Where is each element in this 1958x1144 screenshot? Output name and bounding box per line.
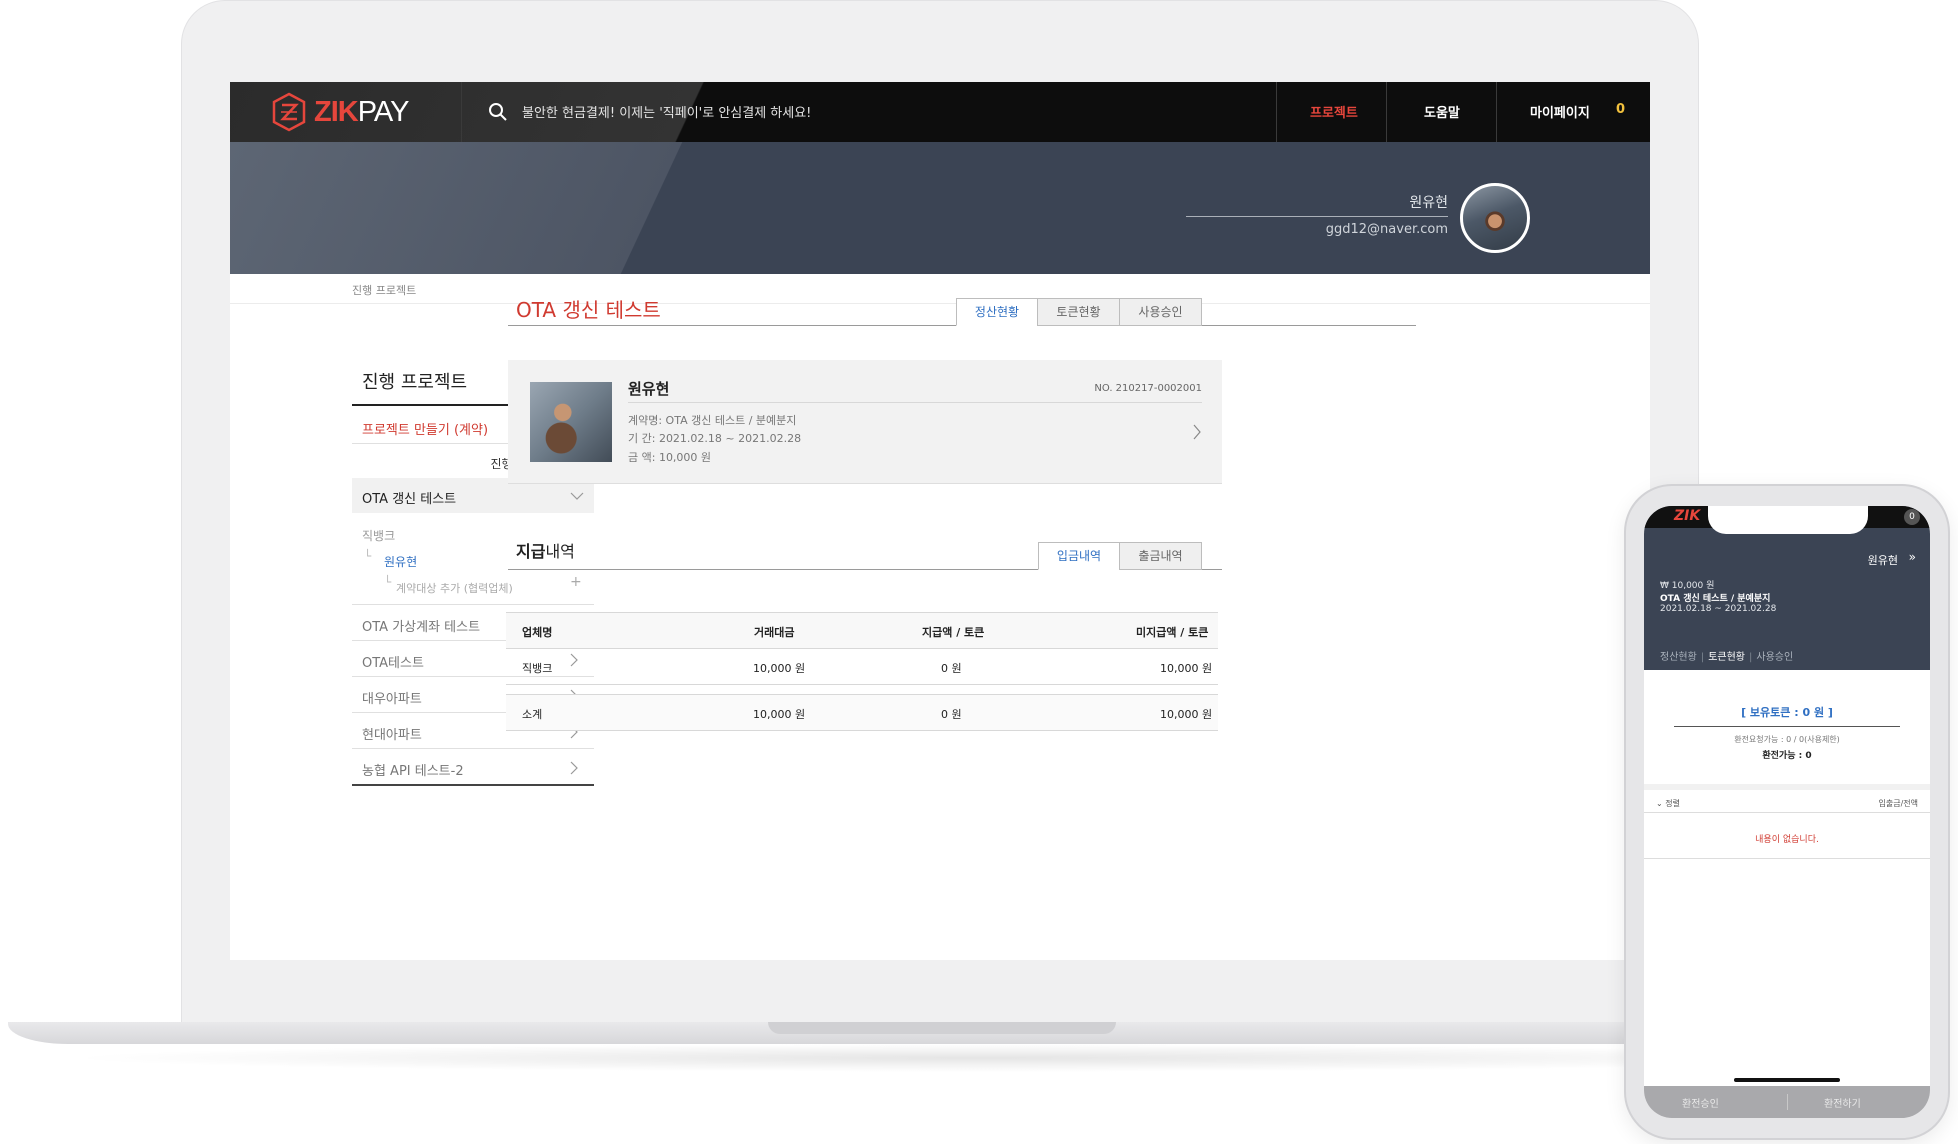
exchange-button[interactable]: 환전하기	[1824, 1095, 1861, 1110]
col-company: 업체명	[522, 626, 553, 639]
cell-unpaid: 10,000 원	[1160, 662, 1213, 675]
sidebar-item-project[interactable]: OTA 가상계좌 테스트	[362, 616, 480, 635]
home-indicator	[1734, 1078, 1840, 1082]
search-input[interactable]: 불안한 현금결제! 이제는 '직페이'로 안심결제 하세요!	[522, 102, 811, 121]
mobile-contract: OTA 갱신 테스트 / 분예분지	[1660, 594, 1771, 604]
mypage-count-badge: 0	[1616, 102, 1626, 117]
sub-member[interactable]: 원유현	[384, 553, 417, 570]
sidebar-item-project[interactable]: 현대아파트	[362, 724, 422, 743]
mobile-token-avail: 환전가능 : 0	[1762, 751, 1812, 761]
mobile-filter[interactable]: 입출금/전액	[1879, 798, 1919, 809]
contract-number: NO. 210217-0002001	[1094, 383, 1202, 394]
mobile-header: ZIK 0 원유현 » ₩ 10,000 원 OTA 갱신 테스트 / 분예분지…	[1644, 506, 1930, 670]
col-amount: 거래대금	[754, 626, 795, 639]
cell-amount: 10,000 원	[753, 662, 806, 675]
add-partner-plus-icon[interactable]: +	[570, 574, 582, 590]
logo-mark-icon	[272, 92, 306, 132]
sub-company: 직뱅크	[362, 529, 396, 543]
nav-help[interactable]: 도움말	[1424, 102, 1460, 121]
sidebar-item-project[interactable]: OTA테스트	[362, 652, 424, 671]
sidebar-item-project[interactable]: 농협 API 테스트-2	[362, 760, 464, 779]
col-unpaid: 미지급액 / 토큰	[1136, 626, 1209, 639]
chevron-right-icon[interactable]	[1192, 424, 1202, 440]
tab-token[interactable]: 토큰현황	[1037, 298, 1120, 326]
card-name: 원유현	[628, 380, 670, 398]
sidebar-item-project[interactable]: 대우아파트	[362, 688, 422, 707]
table-subtotal-row: 소계 10,000 원 0 원 10,000 원	[506, 694, 1218, 731]
contract-card[interactable]: 원유현 NO. 210217-0002001 계약명: OTA 갱신 테스트 /…	[508, 360, 1222, 484]
mobile-user-name[interactable]: 원유현	[1868, 552, 1898, 568]
top-nav-bar: ZIKPAY 불안한 현금결제! 이제는 '직페이'로 안심결제 하세요! 프로…	[230, 82, 1650, 142]
tab-approval[interactable]: 사용승인	[1119, 298, 1202, 326]
mobile-tab-approval[interactable]: 사용승인	[1756, 652, 1793, 663]
laptop-notch	[768, 1022, 1116, 1034]
profile-header: 원유현 ggd12@naver.com	[230, 142, 1650, 274]
contract-name: 계약명: OTA 갱신 테스트 / 분예분지	[628, 414, 797, 427]
mobile-period: 2021.02.18 ~ 2021.02.28	[1660, 604, 1777, 614]
breadcrumb: 진행 프로젝트	[352, 284, 417, 297]
mobile-token-sub: 환전요청가능 : 0 / 0(사용제한)	[1734, 735, 1840, 744]
mobile-token-title: [ 보유토큰 : 0 원 ]	[1741, 706, 1833, 719]
nav-projects[interactable]: 프로젝트	[1310, 102, 1358, 121]
user-name: 원유현	[1409, 195, 1448, 211]
tab-withdrawal[interactable]: 출금내역	[1119, 542, 1202, 570]
subtotal-paid: 0 원	[941, 708, 962, 721]
table-row[interactable]: 직뱅크 10,000 원 0 원 10,000 원	[506, 649, 1218, 685]
mobile-amount: ₩ 10,000 원	[1660, 581, 1715, 591]
contract-photo	[530, 382, 612, 462]
chevron-right-icon[interactable]	[568, 761, 580, 775]
mobile-tab-token[interactable]: 토큰현황	[1708, 652, 1745, 663]
contract-period: 기 간: 2021.02.18 ~ 2021.02.28	[628, 432, 802, 445]
subtotal-amount: 10,000 원	[753, 708, 806, 721]
phone-screen: ZIK 0 원유현 » ₩ 10,000 원 OTA 갱신 테스트 / 분예분지…	[1644, 506, 1930, 1118]
logo[interactable]: ZIKPAY	[272, 92, 410, 132]
sidebar-item-label: OTA 갱신 테스트	[362, 492, 457, 507]
mobile-sort[interactable]: ⌄ 정렬	[1656, 798, 1680, 809]
logo-text: ZIKPAY	[314, 95, 410, 129]
logo-light: PAY	[357, 95, 410, 128]
subtotal-label: 소계	[522, 708, 543, 721]
page-title: OTA 갱신 테스트	[516, 298, 661, 322]
cell-company: 직뱅크	[522, 662, 553, 675]
sidebar-title: 진행 프로젝트	[362, 372, 468, 393]
contract-amount: 금 액: 10,000 원	[628, 451, 712, 464]
section-title: 지급내역	[516, 542, 575, 561]
mobile-bottom-bar: 환전승인 환전하기	[1644, 1086, 1930, 1118]
user-email: ggd12@naver.com	[1325, 222, 1448, 237]
tab-settlement[interactable]: 정산현황	[956, 298, 1038, 326]
avatar[interactable]	[1460, 183, 1530, 253]
mobile-tab-settlement[interactable]: 정산현황	[1660, 652, 1697, 663]
tab-deposit[interactable]: 입금내역	[1038, 542, 1120, 570]
phone-notch	[1708, 506, 1868, 534]
exchange-approve-button[interactable]: 환전승인	[1682, 1095, 1719, 1110]
mobile-logo[interactable]: ZIK	[1674, 508, 1700, 524]
subtotal-unpaid: 10,000 원	[1160, 708, 1213, 721]
mockup-stage: ZIKPAY 불안한 현금결제! 이제는 '직페이'로 안심결제 하세요! 프로…	[0, 0, 1958, 1144]
col-paid: 지급액 / 토큰	[922, 626, 985, 639]
chevron-double-right-icon[interactable]: »	[1909, 550, 1916, 564]
logo-strong: ZIK	[314, 95, 359, 128]
chevron-down-icon[interactable]	[570, 489, 584, 503]
mobile-tabs: 정산현황 | 토큰현황 | 사용승인	[1660, 652, 1794, 663]
mobile-badge[interactable]: 0	[1904, 509, 1920, 525]
cell-paid: 0 원	[941, 662, 962, 675]
mobile-empty-message: 내용이 없습니다.	[1755, 835, 1819, 845]
search-icon[interactable]	[488, 102, 508, 122]
laptop-screen: ZIKPAY 불안한 현금결제! 이제는 '직페이'로 안심결제 하세요! 프로…	[230, 82, 1650, 960]
add-partner-link[interactable]: 계약대상 추가 (협력업체)	[396, 580, 513, 596]
phone-frame: ZIK 0 원유현 » ₩ 10,000 원 OTA 갱신 테스트 / 분예분지…	[1624, 484, 1950, 1140]
nav-mypage[interactable]: 마이페이지	[1530, 102, 1590, 121]
create-project-link[interactable]: 프로젝트 만들기 (계약)	[362, 419, 488, 438]
table-header-row: 업체명 거래대금 지급액 / 토큰 미지급액 / 토큰	[506, 612, 1218, 649]
